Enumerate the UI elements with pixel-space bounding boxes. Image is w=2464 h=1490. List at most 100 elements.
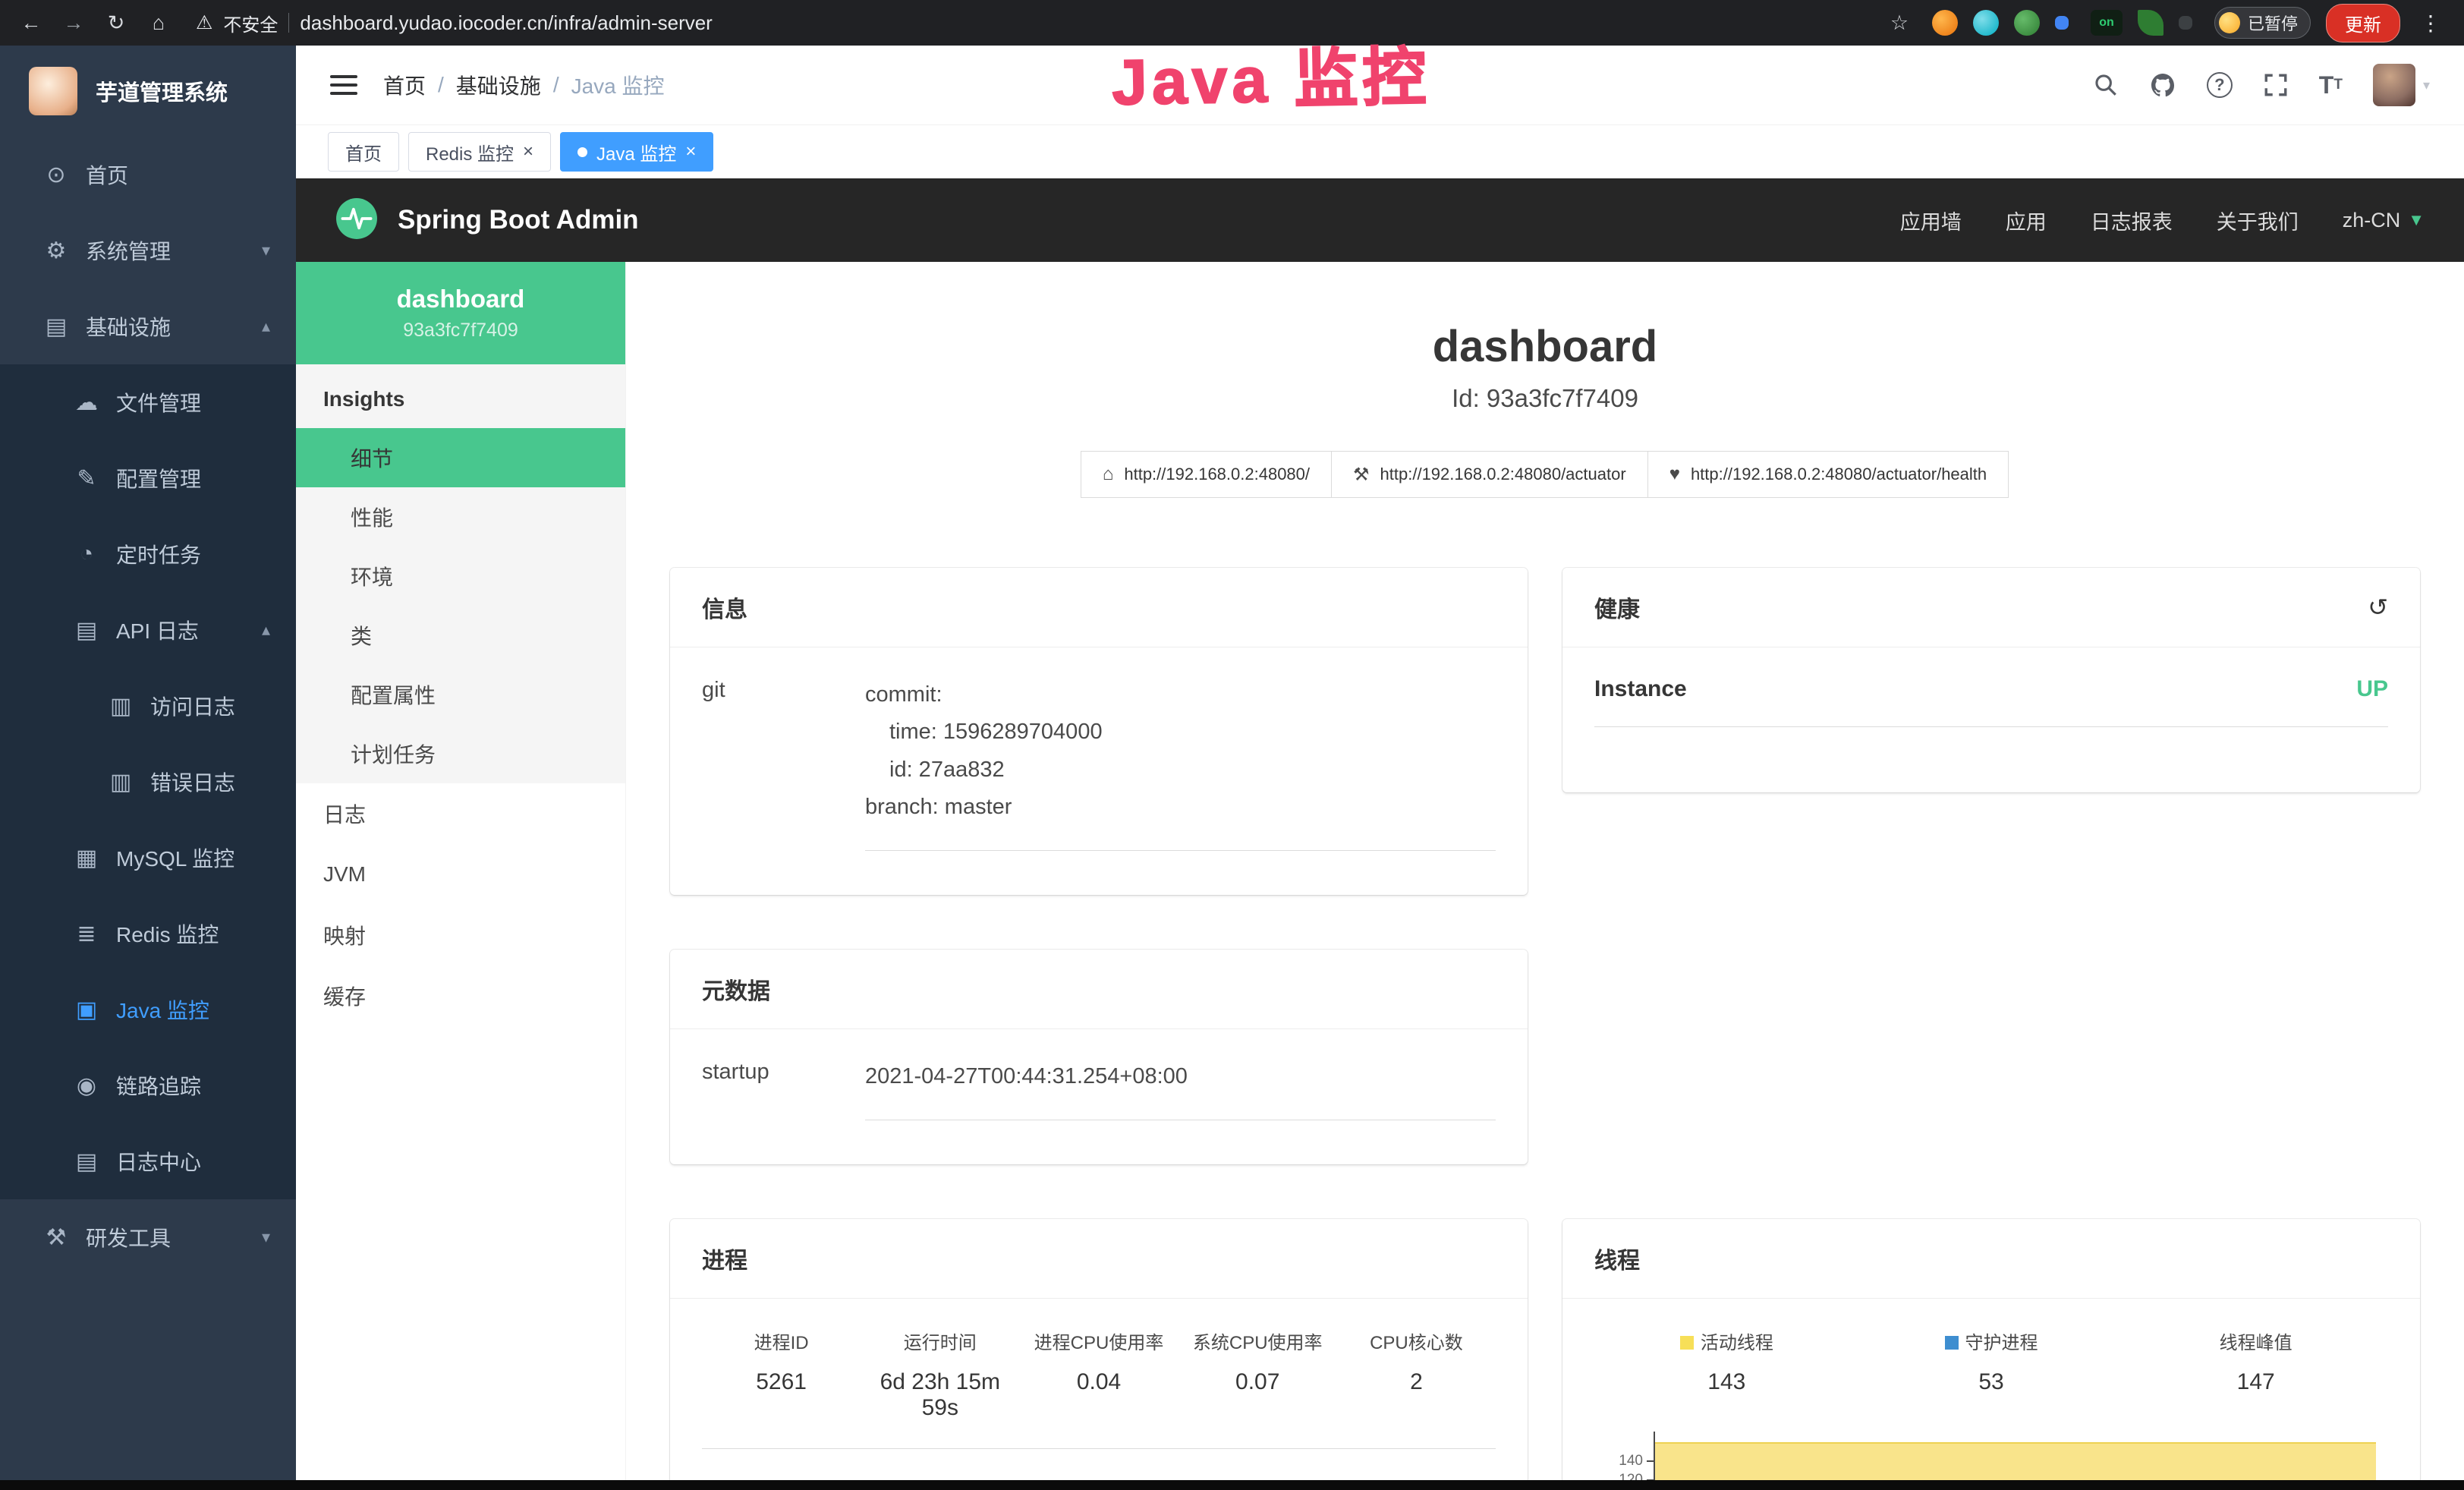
- sidebar-item-config-mgmt[interactable]: ✎ 配置管理: [0, 440, 296, 516]
- info-value: commit: time: 1596289704000 id: 27aa832 …: [865, 676, 1496, 851]
- forward-icon[interactable]: →: [56, 5, 91, 40]
- user-menu[interactable]: ▾: [2373, 64, 2430, 106]
- sidebar-item-tracing[interactable]: ◉ 链路追踪: [0, 1047, 296, 1123]
- profile-paused-badge[interactable]: 已暂停: [2214, 7, 2311, 39]
- metadata-key: startup: [702, 1058, 865, 1120]
- sidebar-item-label: 系统管理: [86, 235, 171, 266]
- extension-icon[interactable]: [2138, 10, 2163, 36]
- back-icon[interactable]: ←: [14, 5, 49, 40]
- sidebar-item-scheduled-jobs[interactable]: ◔ 定时任务: [0, 516, 296, 592]
- hamburger-icon[interactable]: [330, 75, 357, 95]
- sidebar-item-api-logs[interactable]: ▤ API 日志 ▴: [0, 592, 296, 668]
- card-title-text: 健康: [1594, 591, 1640, 624]
- database-grid-icon: ▦: [72, 845, 101, 871]
- gear-icon: ⚙: [42, 238, 71, 264]
- metric-label: 进程CPU使用率: [1019, 1328, 1178, 1354]
- instance-name: dashboard: [397, 285, 525, 313]
- sba-item-logs[interactable]: 日志: [296, 783, 625, 844]
- nav-item-wallboard[interactable]: 应用墙: [1900, 206, 1962, 235]
- threads-legend: 活动线程 143 守护进程 53 线程峰值 14: [1594, 1328, 2388, 1395]
- extension-on-badge[interactable]: on: [2091, 10, 2123, 36]
- monitor-icon: ▤: [42, 313, 71, 340]
- fullscreen-icon[interactable]: [2263, 72, 2289, 98]
- sba-item-mappings[interactable]: 映射: [296, 905, 625, 966]
- extensions-puzzle-icon[interactable]: [2179, 16, 2192, 30]
- sidebar-item-error-logs[interactable]: ▥ 错误日志: [0, 744, 296, 820]
- legend-label: 线程峰值: [2123, 1328, 2388, 1354]
- health-card: 健康 ↺ Instance UP: [1562, 568, 2420, 792]
- sidebar-item-redis-monitor[interactable]: ≣ Redis 监控: [0, 896, 296, 972]
- tab-redis-monitor[interactable]: Redis 监控 ×: [408, 132, 551, 172]
- tab-label: Java 监控: [596, 139, 676, 165]
- update-button[interactable]: 更新: [2326, 4, 2400, 43]
- sidebar-item-log-center[interactable]: ▤ 日志中心: [0, 1123, 296, 1199]
- tag-tabbar: 首页 Redis 监控 × Java 监控 ×: [296, 125, 2464, 178]
- breadcrumb: 首页 / 基础设施 / Java 监控: [383, 70, 665, 100]
- refresh-icon[interactable]: ↻: [99, 5, 134, 40]
- browser-toolbar-right: ☆ on 已暂停 更新 ⋮: [1882, 4, 2450, 43]
- metric-cell: CPU核心数 2: [1337, 1328, 1496, 1421]
- sidebar-item-access-logs[interactable]: ▥ 访问日志: [0, 668, 296, 744]
- tab-label: Redis 监控: [426, 139, 514, 165]
- nav-item-applications[interactable]: 应用: [2006, 206, 2047, 235]
- nav-item-journal[interactable]: 日志报表: [2091, 206, 2173, 235]
- instance-header[interactable]: dashboard 93a3fc7f7409: [296, 262, 625, 364]
- chevron-up-icon: ▴: [262, 620, 270, 640]
- instance-root-link[interactable]: ⌂ http://192.168.0.2:48080/: [1081, 451, 1332, 498]
- home-icon[interactable]: ⌂: [141, 5, 176, 40]
- admin-sidebar: 芋道管理系统 ⊙ 首页 ⚙ 系统管理 ▾ ▤ 基础设施 ▴ ☁ 文件管理 ✎: [0, 46, 296, 1490]
- extension-icon[interactable]: [2055, 16, 2069, 30]
- clock-icon: ◔: [72, 541, 101, 567]
- health-link[interactable]: ♥ http://192.168.0.2:48080/actuator/heal…: [1647, 451, 2009, 498]
- metric-value: 5261: [702, 1369, 861, 1395]
- instance-id-subtitle: Id: 93a3fc7f7409: [670, 384, 2420, 413]
- history-icon[interactable]: ↺: [2368, 593, 2388, 622]
- metric-label: CPU核心数: [1337, 1328, 1496, 1354]
- sba-item-jvm[interactable]: JVM: [296, 844, 625, 905]
- extension-icon[interactable]: [1973, 10, 1999, 36]
- sidebar-item-home[interactable]: ⊙ 首页: [0, 137, 296, 213]
- actuator-link[interactable]: ⚒ http://192.168.0.2:48080/actuator: [1331, 451, 1648, 498]
- brand-title: Spring Boot Admin: [398, 205, 639, 235]
- sidebar-item-infrastructure[interactable]: ▤ 基础设施 ▴: [0, 288, 296, 364]
- sba-item-classes[interactable]: 类: [296, 606, 625, 665]
- font-size-icon[interactable]: [2319, 71, 2343, 99]
- kebab-menu-icon[interactable]: ⋮: [2415, 11, 2446, 36]
- chevron-down-icon: ▾: [262, 1227, 270, 1247]
- bookmark-star-icon[interactable]: ☆: [1882, 5, 1917, 40]
- app-logo[interactable]: 芋道管理系统: [0, 46, 296, 137]
- github-icon[interactable]: [2149, 71, 2176, 99]
- sba-item-environment[interactable]: 环境: [296, 547, 625, 606]
- active-dot: [577, 147, 587, 157]
- sidebar-item-file-mgmt[interactable]: ☁ 文件管理: [0, 364, 296, 440]
- health-key: Instance: [1594, 676, 1687, 702]
- nav-item-about[interactable]: 关于我们: [2217, 206, 2299, 235]
- sba-item-caches[interactable]: 缓存: [296, 966, 625, 1026]
- sidebar-item-system-mgmt[interactable]: ⚙ 系统管理 ▾: [0, 213, 296, 288]
- tab-home[interactable]: 首页: [328, 132, 399, 172]
- help-icon[interactable]: ?: [2207, 72, 2233, 98]
- search-icon[interactable]: [2093, 72, 2119, 98]
- sidebar-item-mysql-monitor[interactable]: ▦ MySQL 监控: [0, 820, 296, 896]
- y-tick: 140: [1619, 1451, 1654, 1470]
- extension-icon[interactable]: [2014, 10, 2040, 36]
- close-icon[interactable]: ×: [685, 143, 696, 161]
- sba-item-details[interactable]: 细节: [296, 428, 625, 487]
- sba-item-performance[interactable]: 性能: [296, 487, 625, 547]
- legend-cell: 守护进程 53: [1859, 1328, 2124, 1395]
- sba-item-config-properties[interactable]: 配置属性: [296, 665, 625, 724]
- info-card: 信息 git commit: time: 1596289704000 id: 2…: [670, 568, 1528, 895]
- sidebar-item-java-monitor[interactable]: ▣ Java 监控: [0, 972, 296, 1047]
- git-branch-line: branch: master: [865, 789, 1496, 826]
- breadcrumb-item[interactable]: 基础设施: [456, 70, 541, 100]
- address-bar[interactable]: ⚠ 不安全 dashboard.yudao.iocoder.cn/infra/a…: [196, 10, 1874, 36]
- threads-card: 线程 活动线程 143 守护进程: [1562, 1219, 2420, 1490]
- sidebar-item-dev-tools[interactable]: ⚒ 研发工具 ▾: [0, 1199, 296, 1275]
- extension-icon[interactable]: [1932, 10, 1958, 36]
- breadcrumb-item[interactable]: 首页: [383, 70, 426, 100]
- sba-item-scheduled-tasks[interactable]: 计划任务: [296, 724, 625, 783]
- close-icon[interactable]: ×: [523, 143, 533, 161]
- tab-java-monitor[interactable]: Java 监控 ×: [560, 132, 713, 172]
- language-select[interactable]: zh-CN ▼: [2343, 209, 2425, 232]
- legend-value: 53: [1859, 1369, 2124, 1395]
